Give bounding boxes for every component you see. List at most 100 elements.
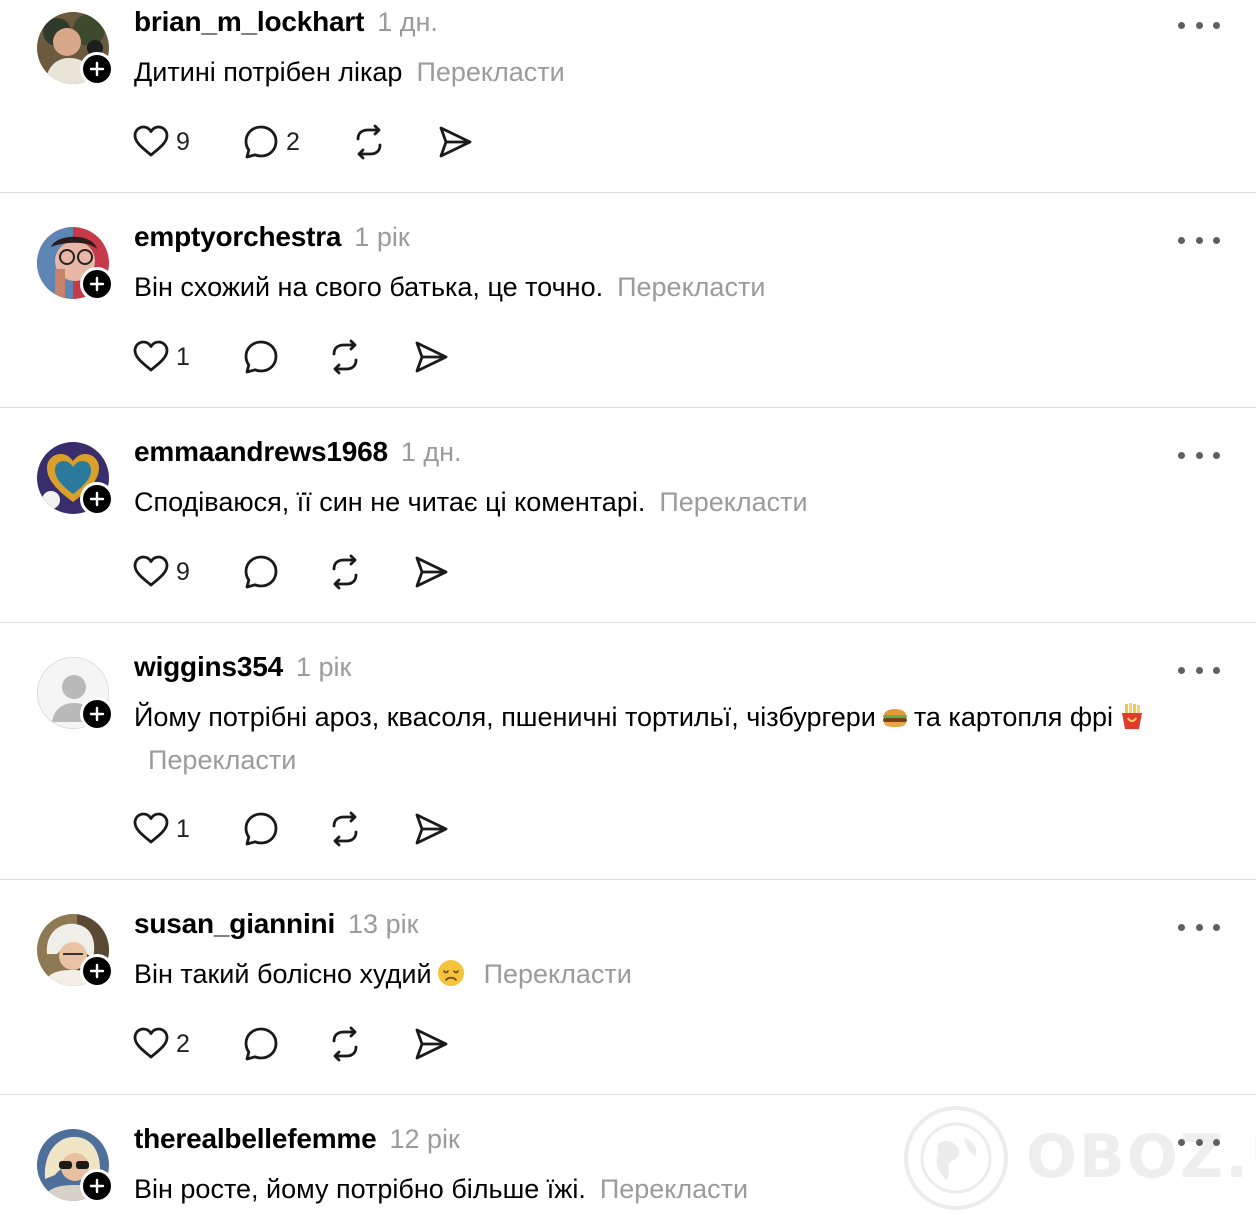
repost-icon [332, 811, 358, 847]
timestamp: 12 рік [389, 1124, 460, 1154]
timestamp: 1 рік [354, 222, 410, 252]
plus-icon [89, 1178, 105, 1194]
like-count: 1 [176, 814, 190, 843]
more-options-button[interactable] [1178, 917, 1220, 937]
more-options-button[interactable] [1178, 230, 1220, 250]
share-button[interactable] [412, 552, 450, 592]
plus-icon [89, 61, 105, 77]
comment-button[interactable] [242, 809, 280, 849]
comment-bubble-icon [244, 812, 278, 846]
comment-button[interactable] [242, 337, 280, 377]
heart-icon [133, 1027, 169, 1059]
comment-bubble-icon [244, 1027, 278, 1061]
heart-icon [133, 812, 169, 844]
heart-icon [133, 125, 169, 157]
comment-body: Сподіваюся, її син не читає ці коментарі… [134, 487, 646, 517]
divider [0, 407, 1256, 408]
repost-button[interactable] [326, 552, 364, 592]
translate-link[interactable]: Перекласти [659, 487, 807, 517]
comment-text: Дитині потрібен лікар Перекласти [134, 51, 1224, 94]
repost-icon [332, 1026, 358, 1062]
share-button[interactable] [436, 122, 474, 162]
like-button[interactable]: 9 [132, 552, 190, 592]
send-icon [415, 1028, 448, 1060]
comment-text: Він росте, йому потрібно більше їжі. Пере… [134, 1168, 1224, 1211]
like-button[interactable]: 1 [132, 809, 190, 849]
follow-button[interactable] [80, 482, 114, 516]
comment-body: Він схожий на свого батька, це точно. [134, 272, 604, 302]
follow-button[interactable] [80, 52, 114, 86]
comment-body: Він росте, йому потрібно більше їжі. [134, 1174, 586, 1204]
like-count: 9 [176, 557, 190, 586]
comment-button[interactable] [242, 552, 280, 592]
like-count: 1 [176, 342, 190, 371]
repost-button[interactable] [326, 1024, 364, 1064]
username[interactable]: susan_giannini [134, 908, 335, 940]
repost-button[interactable] [350, 122, 388, 162]
comment-button[interactable]: 2 [242, 122, 300, 162]
heart-icon [133, 555, 169, 587]
follow-button[interactable] [80, 954, 114, 988]
comment-text: Сподіваюся, її син не читає ці коментарі… [134, 481, 1224, 524]
comment-text: Йому потрібні ароз, квасоля, пшеничні то… [134, 696, 1234, 782]
divider [0, 192, 1256, 193]
username[interactable]: emptyorchestra [134, 221, 341, 253]
send-icon [415, 341, 448, 373]
plus-icon [89, 706, 105, 722]
comment-body: Йому потрібні ароз, квасоля, пшеничні то… [134, 702, 876, 732]
timestamp: 1 дн. [400, 437, 462, 467]
share-button[interactable] [412, 1024, 450, 1064]
comment-body: Він такий болісно худий [134, 959, 432, 989]
comment-bubble-icon [244, 125, 278, 159]
repost-icon [356, 124, 382, 160]
hamburger-emoji [880, 701, 910, 731]
repost-icon [332, 339, 358, 375]
divider [0, 879, 1256, 880]
translate-link[interactable]: Перекласти [416, 57, 564, 87]
send-icon [415, 556, 448, 588]
divider [0, 1094, 1256, 1095]
plus-icon [89, 276, 105, 292]
more-options-button[interactable] [1178, 15, 1220, 35]
comment-count: 2 [286, 127, 300, 156]
like-button[interactable]: 9 [132, 122, 190, 162]
follow-button[interactable] [80, 1169, 114, 1203]
comment-button[interactable] [242, 1024, 280, 1064]
share-button[interactable] [412, 809, 450, 849]
comment-text: Він схожий на свого батька, це точно. Пер… [134, 266, 1224, 309]
comment-bubble-icon [244, 555, 278, 589]
username[interactable]: emmaandrews1968 [134, 436, 388, 468]
more-options-button[interactable] [1178, 445, 1220, 465]
more-options-button[interactable] [1178, 1132, 1220, 1152]
comment-text: Він такий болісно худий Перекласти [134, 953, 1224, 996]
translate-link[interactable]: Перекласти [600, 1174, 748, 1204]
timestamp: 13 рік [348, 909, 419, 939]
plus-icon [89, 963, 105, 979]
username[interactable]: wiggins354 [134, 651, 283, 683]
french-fries-emoji [1117, 701, 1147, 731]
translate-link[interactable]: Перекласти [617, 272, 765, 302]
disappointed-face-emoji [436, 958, 466, 988]
divider [0, 622, 1256, 623]
like-button[interactable]: 1 [132, 337, 190, 377]
follow-button[interactable] [80, 697, 114, 731]
like-count: 9 [176, 127, 190, 156]
like-button[interactable]: 2 [132, 1024, 190, 1064]
share-button[interactable] [412, 337, 450, 377]
username[interactable]: brian_m_lockhart [134, 6, 364, 38]
comment-body-continued: та картопля фрі [913, 702, 1114, 732]
username[interactable]: therealbellefemme [134, 1123, 377, 1155]
more-options-button[interactable] [1178, 660, 1220, 680]
follow-button[interactable] [80, 267, 114, 301]
heart-icon [133, 340, 169, 372]
translate-link[interactable]: Перекласти [148, 745, 296, 775]
send-icon [415, 813, 448, 845]
repost-button[interactable] [326, 809, 364, 849]
timestamp: 1 рік [295, 652, 352, 682]
repost-button[interactable] [326, 337, 364, 377]
comment-bubble-icon [244, 340, 278, 374]
like-count: 2 [176, 1029, 190, 1058]
translate-link[interactable]: Перекласти [484, 959, 632, 989]
repost-icon [332, 554, 358, 590]
plus-icon [89, 491, 105, 507]
